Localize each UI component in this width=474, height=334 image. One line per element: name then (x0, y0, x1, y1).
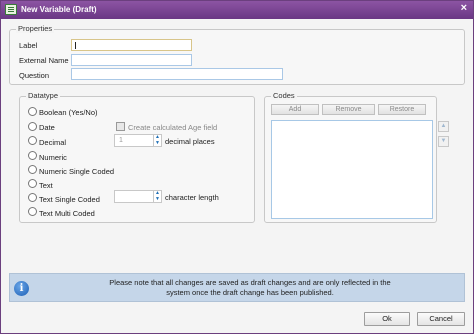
decimal-places-stepper[interactable]: 1 ▲ ▼ (114, 134, 162, 147)
option-label-text-single-coded: Text Single Coded (39, 195, 100, 204)
option-label-text: Text (39, 181, 53, 190)
window-icon (5, 4, 17, 15)
move-down-icon[interactable]: ▼ (438, 136, 449, 147)
character-length-stepper[interactable]: ▲ ▼ (114, 190, 162, 203)
option-label-boolean: Boolean (Yes/No) (39, 108, 98, 117)
codes-list[interactable] (271, 120, 433, 219)
datatype-legend: Datatype (26, 91, 61, 100)
label-caption: Label (19, 41, 38, 50)
stepper-arrows: ▲ ▼ (153, 134, 161, 147)
decimal-places-value: 1 (119, 137, 123, 144)
properties-legend: Properties (16, 24, 55, 33)
option-label-date: Date (39, 123, 55, 132)
question-caption: Question (19, 71, 50, 80)
radio-text[interactable] (28, 179, 37, 188)
radio-text-single-coded[interactable] (28, 193, 37, 202)
radio-numeric[interactable] (28, 151, 37, 160)
draft-notice: i Please note that all changes are saved… (9, 273, 465, 302)
spin-down-icon[interactable]: ▼ (154, 140, 161, 147)
close-icon[interactable]: × (461, 2, 467, 14)
notice-line-1: Please note that all changes are saved a… (109, 278, 391, 287)
move-up-icon[interactable]: ▲ (438, 121, 449, 132)
info-icon: i (14, 281, 29, 296)
ok-button[interactable]: Ok (364, 312, 410, 326)
notice-line-2: system once the draft change has been pu… (166, 288, 334, 297)
radio-text-multi-coded[interactable] (28, 207, 37, 216)
radio-decimal[interactable] (28, 136, 37, 145)
codes-legend: Codes (271, 91, 297, 100)
char-stepper-arrows: ▲ ▼ (153, 190, 161, 203)
decimal-places-label: decimal places (165, 137, 215, 146)
option-label-numeric: Numeric (39, 153, 67, 162)
option-label-text-multi-coded: Text Multi Coded (39, 209, 95, 218)
radio-date[interactable] (28, 122, 37, 131)
character-length-label: character length (165, 193, 219, 202)
text-caret (75, 42, 76, 49)
create-age-label: Create calculated Age field (128, 123, 218, 132)
title-bar: New Variable (Draft) × (1, 1, 473, 19)
restore-code-button[interactable]: Restore (378, 104, 426, 115)
create-age-checkbox[interactable] (116, 122, 125, 131)
option-label-decimal: Decimal (39, 138, 67, 147)
dialog-window: New Variable (Draft) × Properties Label … (0, 0, 474, 334)
radio-numeric-single-coded[interactable] (28, 165, 37, 174)
window-title: New Variable (Draft) (21, 5, 97, 14)
external-name-caption: External Name (19, 56, 69, 65)
external-name-input[interactable] (71, 54, 192, 66)
spin-down-icon[interactable]: ▼ (154, 196, 161, 203)
cancel-button[interactable]: Cancel (417, 312, 465, 326)
radio-boolean[interactable] (28, 107, 37, 116)
option-label-numeric-single-coded: Numeric Single Coded (39, 167, 115, 176)
label-input[interactable] (71, 39, 192, 51)
remove-code-button[interactable]: Remove (322, 104, 375, 115)
notice-text: Please note that all changes are saved a… (50, 278, 450, 298)
add-code-button[interactable]: Add (271, 104, 319, 115)
question-input[interactable] (71, 68, 283, 80)
